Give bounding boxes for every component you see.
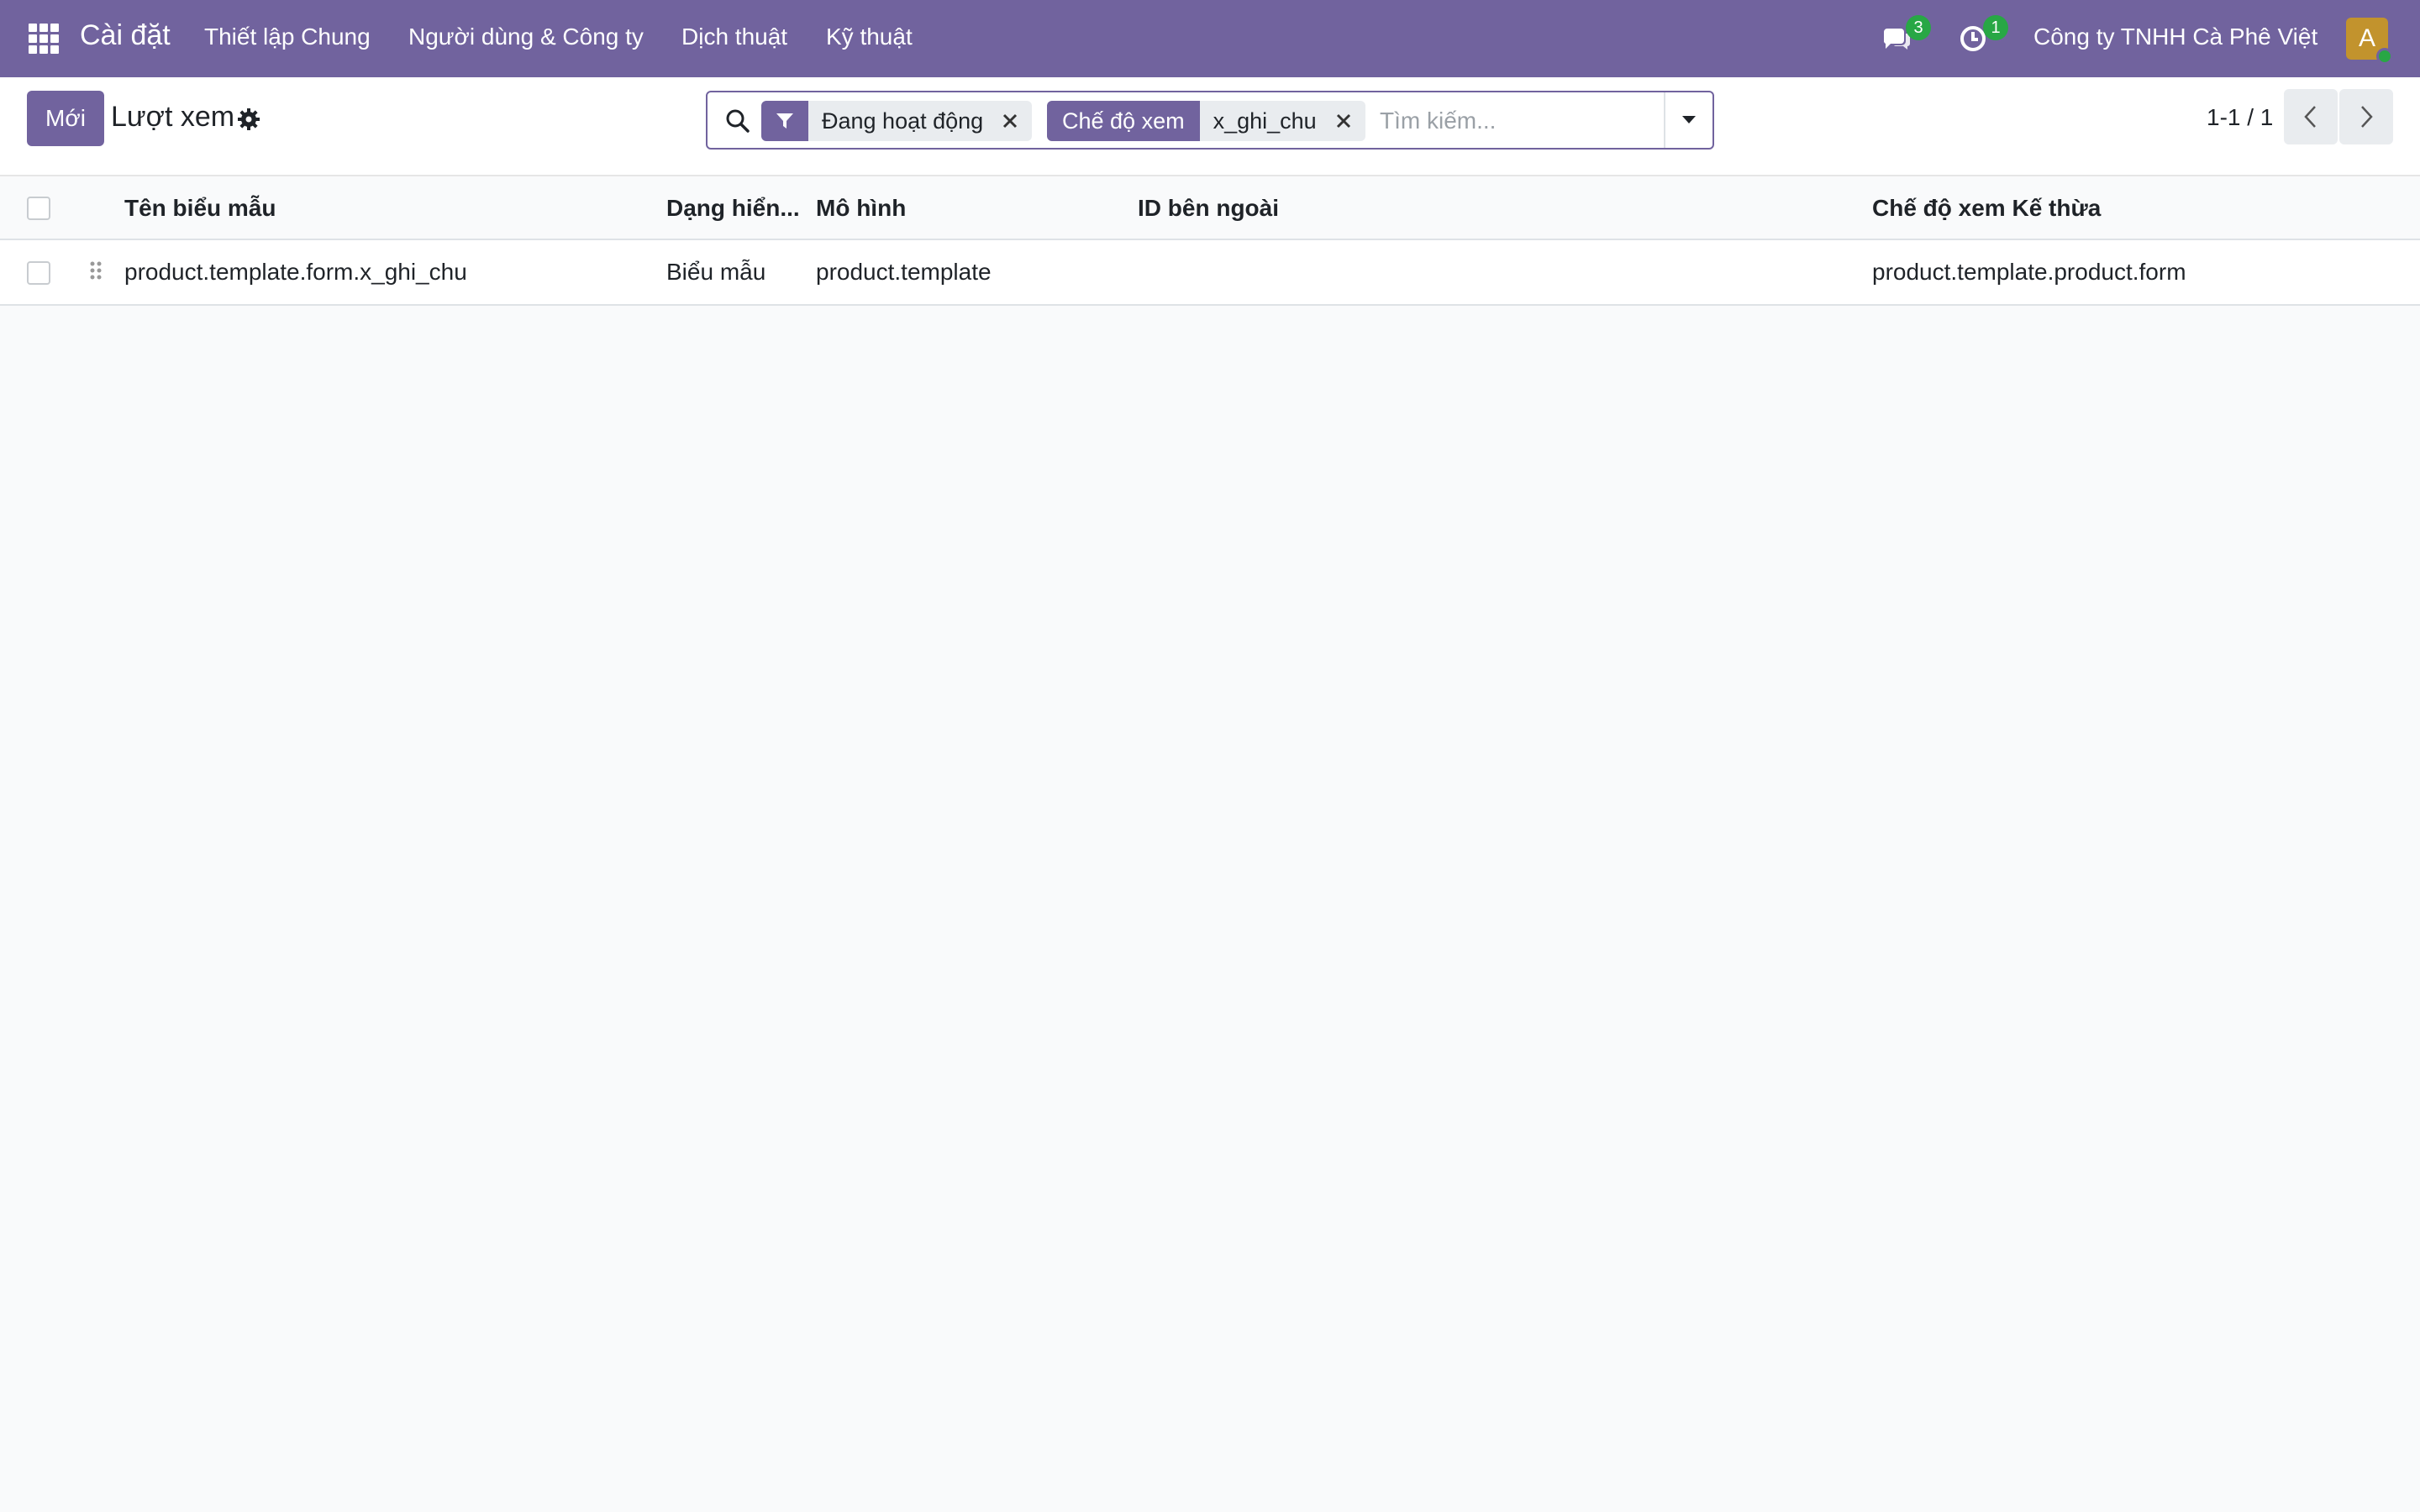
- search-icon[interactable]: [724, 108, 751, 134]
- filter-icon: [761, 101, 808, 141]
- messages-button[interactable]: 3: [1879, 15, 1931, 55]
- close-icon[interactable]: [1002, 113, 1018, 129]
- activities-count-badge: 1: [1983, 15, 2008, 40]
- column-header-inherited-view[interactable]: Chế độ xem Kế thừa: [1872, 195, 2101, 222]
- page-title: Lượt xem: [111, 101, 235, 133]
- new-button[interactable]: Mới: [27, 91, 104, 146]
- pager-previous-button[interactable]: [2284, 89, 2338, 144]
- views-list-table: Tên biểu mẫu Dạng hiển... Mô hình ID bên…: [0, 176, 2420, 306]
- menu-item-general-settings[interactable]: Thiết lập Chung: [204, 24, 371, 50]
- caret-down-icon: [1682, 116, 1696, 123]
- user-avatar[interactable]: A: [2346, 18, 2393, 65]
- activities-button[interactable]: 1: [1956, 15, 2008, 55]
- apps-grid-icon[interactable]: [29, 24, 59, 54]
- filter-facet-view: Chế độ xem x_ghi_chu: [1047, 101, 1365, 141]
- chevron-left-icon: [2304, 106, 2316, 128]
- drag-handle-icon[interactable]: [89, 260, 103, 286]
- online-status-dot: [2376, 48, 2393, 65]
- menu-item-technical[interactable]: Kỹ thuật: [826, 24, 913, 50]
- facet-label: Chế độ xem: [1047, 101, 1200, 141]
- cell-inherited-view: product.template.product.form: [1872, 259, 2186, 285]
- column-header-model[interactable]: Mô hình: [816, 195, 906, 222]
- pager-next-button[interactable]: [2339, 89, 2393, 144]
- pager-value[interactable]: 1-1 / 1: [2207, 104, 2273, 131]
- control-panel: Mới Lượt xem Đang hoạt động Chế độ xem x…: [0, 77, 2420, 176]
- company-switcher[interactable]: Công ty TNHH Cà Phê Việt: [2033, 24, 2317, 50]
- menu-item-users-companies[interactable]: Người dùng & Công ty: [408, 24, 644, 50]
- facet-value: Đang hoạt động: [808, 101, 1033, 141]
- cell-type: Biểu mẫu: [666, 259, 766, 285]
- top-navbar: Cài đặt Thiết lập Chung Người dùng & Côn…: [0, 0, 2420, 77]
- table-header: Tên biểu mẫu Dạng hiển... Mô hình ID bên…: [0, 176, 2420, 240]
- cell-model: product.template: [816, 259, 992, 285]
- menu-item-translations[interactable]: Dịch thuật: [681, 24, 787, 50]
- chevron-right-icon: [2361, 106, 2373, 128]
- search-input[interactable]: [1380, 101, 1665, 141]
- row-checkbox[interactable]: [27, 261, 50, 285]
- avatar-letter: A: [2358, 24, 2375, 52]
- close-icon[interactable]: [1335, 113, 1352, 129]
- column-header-external-id[interactable]: ID bên ngoài: [1138, 195, 1279, 222]
- column-header-type[interactable]: Dạng hiển...: [666, 195, 800, 222]
- messages-count-badge: 3: [1906, 15, 1931, 40]
- facet-value: x_ghi_chu: [1199, 101, 1365, 141]
- search-options-toggle[interactable]: [1664, 92, 1712, 148]
- table-row[interactable]: product.template.form.x_ghi_chu Biểu mẫu…: [0, 240, 2420, 306]
- filter-facet-active: Đang hoạt động: [761, 101, 1033, 141]
- app-name[interactable]: Cài đặt: [80, 19, 171, 52]
- gear-icon[interactable]: [237, 108, 260, 131]
- search-bar: Đang hoạt động Chế độ xem x_ghi_chu: [706, 91, 1714, 150]
- column-header-name[interactable]: Tên biểu mẫu: [124, 195, 276, 222]
- select-all-checkbox[interactable]: [27, 197, 50, 220]
- cell-name: product.template.form.x_ghi_chu: [124, 259, 467, 285]
